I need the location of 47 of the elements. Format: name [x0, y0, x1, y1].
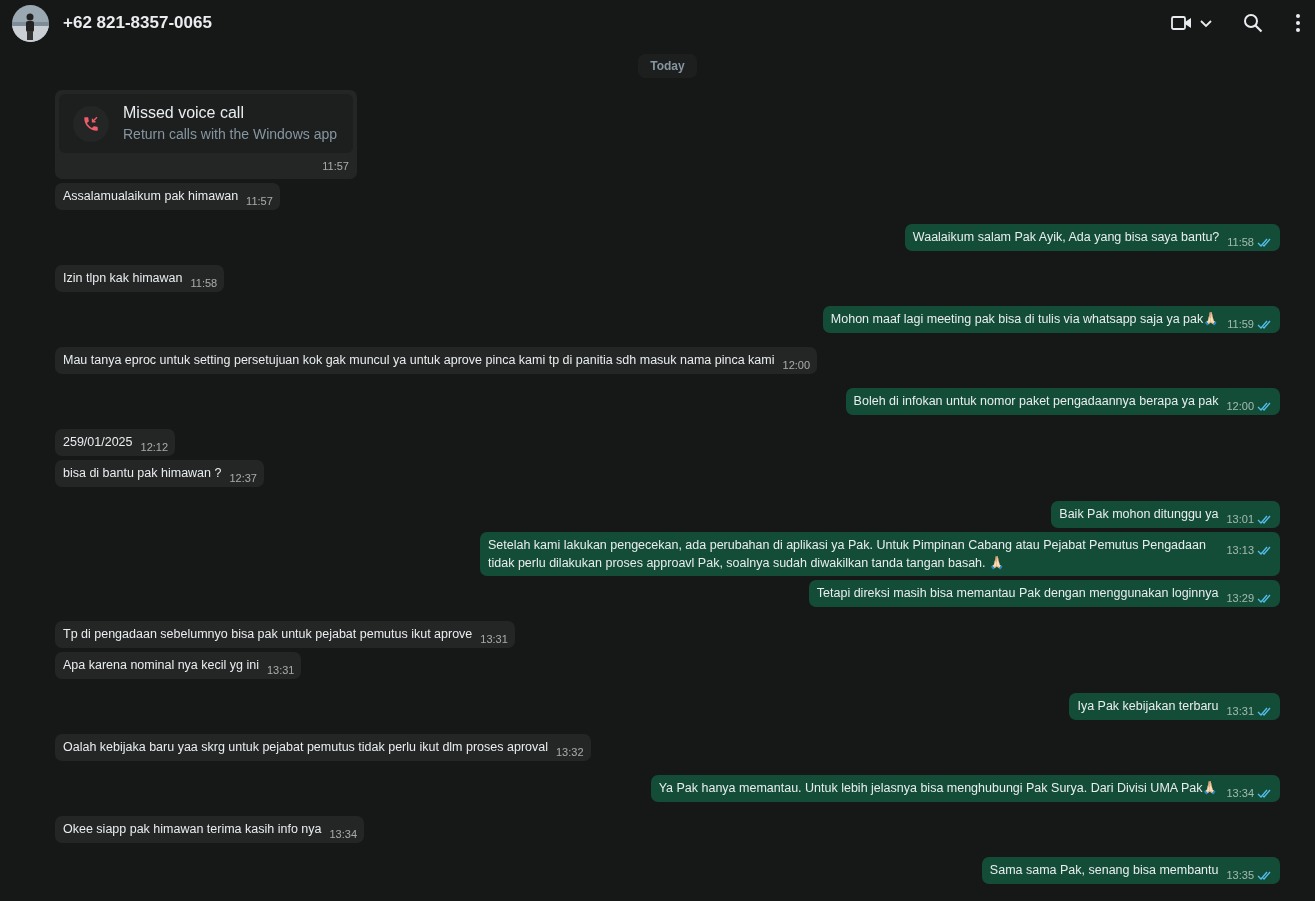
message-text: Baik Pak mohon ditunggu ya	[1059, 507, 1219, 521]
message-text: Izin tlpn kak himawan	[63, 271, 183, 285]
message-time: 13:31	[266, 663, 295, 678]
message-text: Tetapi direksi masih bisa memantau Pak dengan menggunakan loginnya	[816, 586, 1219, 600]
message-time: 12:37	[229, 471, 257, 486]
message-text: Boleh di infokan untuk nomor paket pengadaannya berapa ya pak	[853, 394, 1219, 408]
message-text: Oalah kebijaka baru yaa skrg untuk pejabat pemutus tidak perlu ikut dlm proses aproval	[63, 740, 548, 754]
call-card[interactable]: Missed voice call Return calls with the Windows app	[59, 94, 353, 153]
date-chip: Today	[638, 54, 697, 78]
message-time: 13:13	[1226, 543, 1254, 558]
menu-icon[interactable]	[1295, 13, 1301, 33]
missed-call-icon	[73, 105, 109, 142]
message-text: Sama sama Pak, senang bisa membantu	[989, 863, 1219, 877]
message-time: 13:31	[1226, 704, 1254, 719]
message-text: Okee siapp pak himawan terima kasih info nya	[63, 822, 322, 836]
message-text: Ya Pak hanya memantau. Untuk lebih jelasnya bisa menghubungi Pak Surya. Dari Divisi UMA Pak🙏🏻	[658, 781, 1219, 795]
message-text: 259/01/2025	[63, 435, 133, 449]
message-text: Setelah kami lakukan pengecekan, ada perubahan di aplikasi ya Pak. Untuk Pimpinan Cabang atau Pejabat Pemutus Pengadaan tidak perlu dilakukan proses approavl Pak, soalnya sudah diwakilkan tanda tangan basah. 🙏🏻	[488, 538, 1206, 570]
search-icon[interactable]	[1243, 13, 1263, 33]
message-time: 11:58	[190, 276, 218, 291]
message-time: 13:01	[1226, 512, 1254, 527]
message-text: Mau tanya eproc untuk setting persetujuan kok gak muncul ya untuk aprove pinca kami tp di panitia sdh masuk nama pinca kami	[63, 353, 775, 367]
message-text: Iya Pak kebijakan terbaru	[1077, 699, 1219, 713]
message-time: 11:57	[322, 159, 349, 174]
message-time: 13:35	[1226, 868, 1254, 883]
message-time: 12:00	[1226, 399, 1254, 414]
message-time: 13:32	[556, 745, 584, 760]
message-time: 13:34	[329, 827, 357, 842]
message-time: 11:58	[1227, 235, 1254, 250]
message-text: bisa di bantu pak himawan ?	[63, 466, 222, 480]
message-time: 13:29	[1226, 591, 1254, 606]
message-text: Mohon maaf lagi meeting pak bisa di tulis via whatsapp saja ya pak🙏🏻	[830, 312, 1220, 326]
contact-name[interactable]: +62 821-8357-0065	[63, 13, 1157, 33]
message-text: Waalaikum salam Pak Ayik, Ada yang bisa saya bantu?	[912, 230, 1220, 244]
caret-icon[interactable]	[1199, 18, 1213, 28]
message-time: 12:00	[782, 358, 811, 373]
message-time: 13:34	[1226, 786, 1254, 801]
call-subtitle: Return calls with the Windows app	[123, 125, 337, 143]
call-title: Missed voice call	[123, 104, 245, 122]
message-time: 11:57	[246, 194, 273, 209]
message-text: Tp di pengadaan sebelumnyo bisa pak untuk pejabat pemutus ikut aprove	[63, 627, 473, 641]
message-text: Apa karena nominal nya kecil yg ini	[63, 658, 259, 672]
message-time: 12:12	[140, 440, 169, 455]
message-time: 11:59	[1227, 317, 1254, 332]
video-call-icon[interactable]	[1171, 15, 1193, 31]
message-time: 13:31	[480, 632, 508, 647]
message-text: Assalamualaikum pak himawan	[63, 189, 239, 203]
